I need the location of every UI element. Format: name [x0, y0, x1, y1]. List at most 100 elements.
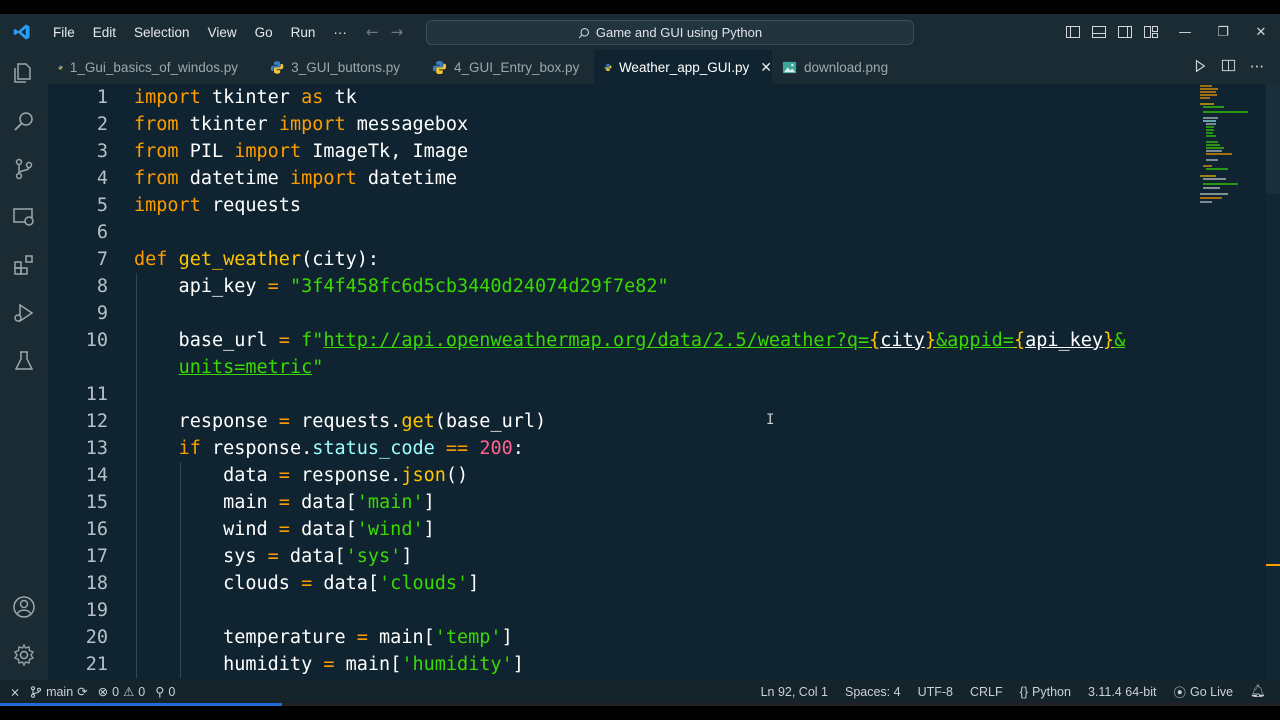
line-number: 4 [96, 168, 108, 189]
close-tab-icon[interactable]: ✕ [760, 59, 772, 76]
branch-status[interactable]: main ⟳ [30, 684, 88, 699]
code-line: 12 response = requests.get(base_url) [48, 408, 1238, 435]
status-bar: ⨯ main ⟳ ⊗ 0 ⚠ 0 ⚲ 0 Ln 92, Col 1 Spaces… [0, 680, 1280, 703]
code-line: 10 base_url = f"http://api.openweatherma… [48, 327, 1238, 354]
encoding[interactable]: UTF-8 [918, 685, 953, 699]
code-line: 1 import tkinter as tk [48, 84, 1238, 111]
split-editor-icon[interactable] [1221, 58, 1236, 77]
editor-tab-bar: 1_Gui_basics_of_windos.py 3_GUI_buttons.… [48, 50, 1280, 84]
toggle-panel-icon[interactable] [1090, 24, 1107, 41]
tab-gui-buttons[interactable]: 3_GUI_buttons.py [270, 50, 400, 84]
code-line: 11 [48, 381, 1238, 408]
settings-gear-icon[interactable] [11, 642, 37, 668]
run-icon[interactable] [1193, 58, 1207, 77]
toggle-primary-sidebar-icon[interactable] [1064, 24, 1081, 41]
line-number: 19 [85, 600, 108, 621]
run-debug-icon[interactable] [11, 300, 37, 326]
line-number: 11 [85, 384, 108, 405]
python-file-icon [604, 64, 612, 71]
tab-label: 4_GUI_Entry_box.py [454, 59, 580, 75]
menu-file[interactable]: File [44, 25, 84, 40]
line-number: 21 [85, 654, 108, 675]
testing-icon[interactable] [11, 348, 37, 374]
menu-edit[interactable]: Edit [84, 25, 125, 40]
menu-view[interactable]: View [199, 25, 246, 40]
search-icon [578, 27, 589, 38]
code-editor[interactable]: 1 import tkinter as tk 2 from tkinter impo… [48, 84, 1280, 680]
language-mode[interactable]: {} Python [1020, 685, 1071, 699]
remote-explorer-icon[interactable] [11, 204, 37, 230]
code-line: 4 from datetime import datetime [48, 165, 1238, 192]
search-icon[interactable] [11, 108, 37, 134]
command-center-search[interactable]: Game and GUI using Python [426, 20, 914, 45]
language-label: Python [1032, 684, 1071, 699]
menu-selection[interactable]: Selection [125, 25, 199, 40]
menu-run[interactable]: Run [282, 25, 325, 40]
forward-arrow-icon[interactable]: → [391, 23, 404, 41]
customize-layout-icon[interactable] [1142, 24, 1159, 41]
code-line: 17 sys = data['sys'] [48, 543, 1238, 570]
tab-weather-app[interactable]: Weather_app_GUI.py ✕ [594, 50, 772, 84]
code-lines: 1 import tkinter as tk 2 from tkinter impo… [48, 84, 1238, 678]
tab-gui-entry-box[interactable]: 4_GUI_Entry_box.py [432, 50, 582, 84]
vertical-scrollbar[interactable] [1266, 84, 1280, 680]
line-number: 3 [96, 141, 108, 162]
ports-status[interactable]: ⚲ 0 [155, 684, 176, 700]
source-control-icon[interactable] [11, 156, 37, 182]
close-window-icon[interactable]: ✕ [1242, 14, 1280, 50]
warning-count: 0 [138, 684, 146, 699]
tab-download-png[interactable]: download.png [782, 50, 902, 84]
python-interpreter[interactable]: 3.11.4 64-bit [1088, 685, 1157, 699]
code-line: 16 wind = data['wind'] [48, 516, 1238, 543]
remote-indicator-icon[interactable]: ⨯ [10, 685, 20, 699]
ports-count: 0 [168, 684, 176, 699]
python-file-icon [270, 60, 284, 74]
menu-go[interactable]: Go [246, 25, 282, 40]
code-line: 13 if response.status_code == 200: [48, 435, 1238, 462]
broadcast-icon: ⦿ [1173, 686, 1187, 700]
menu-more[interactable]: ··· [324, 25, 356, 40]
video-letterbox-bottom [0, 706, 1280, 720]
line-number: 13 [85, 438, 108, 459]
more-actions-icon[interactable]: ··· [1250, 58, 1264, 76]
python-file-icon [58, 64, 63, 70]
tab-label: Weather_app_GUI.py [618, 60, 750, 75]
indentation[interactable]: Spaces: 4 [845, 685, 901, 699]
line-number: 10 [85, 330, 108, 351]
branch-name: main [46, 684, 74, 699]
minimize-icon[interactable]: — [1166, 14, 1204, 50]
git-branch-icon [31, 685, 42, 698]
line-endings[interactable]: CRLF [970, 685, 1003, 699]
tab-label: download.png [804, 59, 889, 75]
code-line: 15 main = data['main'] [48, 489, 1238, 516]
notifications-bell-icon[interactable]: 🔔︎ [1250, 684, 1266, 699]
extensions-icon[interactable] [11, 252, 37, 278]
code-line: 3 from PIL import ImageTk, Image [48, 138, 1238, 165]
line-number: 15 [85, 492, 108, 513]
tab-gui-basics[interactable]: 1_Gui_basics_of_windos.py [58, 50, 238, 84]
line-number: 2 [96, 114, 108, 135]
problems-status[interactable]: ⊗ 0 ⚠ 0 [97, 684, 146, 700]
cursor-position[interactable]: Ln 92, Col 1 [761, 685, 828, 699]
activity-bar [0, 50, 48, 680]
account-icon[interactable] [11, 594, 37, 620]
window-controls: — ❐ ✕ [1166, 14, 1280, 50]
code-line: 18 clouds = data['clouds'] [48, 570, 1238, 597]
ports-icon: ⚲ [155, 685, 165, 699]
error-icon: ⊗ [97, 685, 109, 699]
scrollbar-thumb[interactable] [1266, 84, 1280, 194]
toggle-secondary-sidebar-icon[interactable] [1116, 24, 1133, 41]
explorer-icon[interactable] [11, 60, 37, 86]
video-letterbox-top [0, 0, 1280, 14]
layout-controls [1064, 14, 1159, 50]
minimap[interactable] [1198, 84, 1268, 224]
line-number: 20 [85, 627, 108, 648]
back-arrow-icon[interactable]: ← [366, 23, 379, 41]
line-number: 5 [96, 195, 108, 216]
restore-icon[interactable]: ❐ [1204, 14, 1242, 50]
editor-actions: ··· [1193, 50, 1280, 84]
line-number: 16 [85, 519, 108, 540]
go-live-button[interactable]: ⦿ Go Live [1174, 682, 1234, 701]
title-bar: File Edit Selection View Go Run ··· ← → … [0, 14, 1280, 50]
braces-icon: {} [1019, 684, 1029, 699]
